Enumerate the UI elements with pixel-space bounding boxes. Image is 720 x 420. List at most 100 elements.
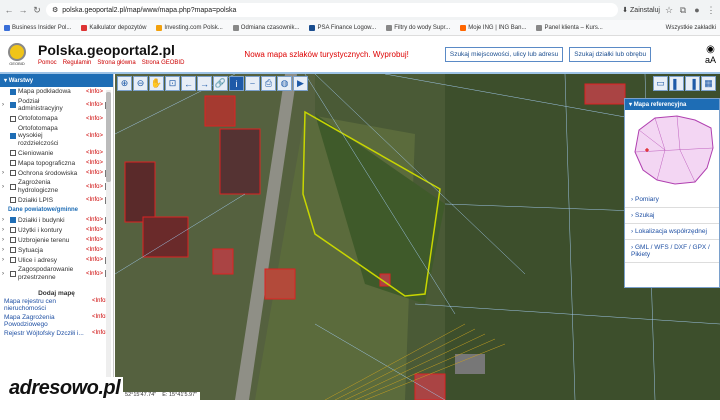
layer-checkbox[interactable]: [10, 133, 16, 140]
expand-chevron-icon[interactable]: ›: [2, 217, 8, 223]
all-bookmarks-link[interactable]: Wszystkie zakładki: [666, 25, 716, 31]
layer-info-link[interactable]: <Info>: [86, 271, 103, 277]
font-size-icon[interactable]: aA: [705, 55, 716, 65]
extra-map-link[interactable]: Mapa Zagrożenia Powodziowego <Info>: [0, 313, 113, 329]
zoom-box-icon[interactable]: ⊡: [165, 76, 180, 91]
layer-checkbox[interactable]: [10, 115, 16, 122]
expand-chevron-icon[interactable]: ›: [2, 227, 8, 233]
layer-row[interactable]: Ortofotomapa <Info>: [0, 114, 113, 124]
expand-chevron-icon[interactable]: ›: [2, 271, 8, 277]
extra-map-link[interactable]: Rejestr Wójtofsky Dzcziłi i... <Info>: [0, 329, 113, 338]
layer-checkbox[interactable]: [10, 89, 16, 95]
layout-full-icon[interactable]: ▭: [653, 76, 668, 91]
layer-info-link[interactable]: <Info>: [86, 116, 103, 122]
layer-checkbox[interactable]: [10, 237, 16, 244]
site-info-icon[interactable]: ⚙: [52, 6, 58, 14]
layers-header[interactable]: ▾ Warstwy: [0, 74, 113, 87]
layer-checkbox[interactable]: [10, 227, 16, 234]
expand-chevron-icon[interactable]: ›: [2, 184, 8, 190]
address-bar[interactable]: ⚙ polska.geoportal2.pl/map/www/mapa.php?…: [46, 3, 619, 17]
layer-info-link[interactable]: <Info>: [86, 102, 103, 108]
layer-checkbox[interactable]: [10, 183, 16, 190]
search-parcel-button[interactable]: Szukaj działki lub obrębu: [569, 46, 652, 62]
bookmark-item[interactable]: Investing.com Polsk...: [156, 24, 223, 31]
layout-right-icon[interactable]: ▐: [685, 76, 700, 91]
back-arrow-icon[interactable]: ←: [181, 76, 196, 91]
expand-chevron-icon[interactable]: ›: [2, 237, 8, 243]
layer-info-link[interactable]: <Info>: [86, 237, 103, 243]
accessibility-controls[interactable]: ◉ aA: [705, 44, 716, 65]
layer-info-link[interactable]: <Info>: [86, 257, 103, 263]
map-canvas[interactable]: ⊕ ⊖ ✋ ⊡ ← → 🔗 i ⎯ ⎙ ◍ ▶ ▭ ▌ ▐ ▦ ▾ Mapa r…: [115, 74, 720, 400]
back-icon[interactable]: ←: [4, 5, 14, 15]
site-link[interactable]: Strona główna: [97, 60, 135, 66]
layer-row[interactable]: Mapa topograficzna <Info>: [0, 158, 113, 168]
layer-row[interactable]: Ortofotomapa wysokiej rozdzielczości <Inf…: [0, 124, 113, 148]
bookmark-item[interactable]: Panel klienta – Kurs...: [536, 24, 603, 31]
globe-icon[interactable]: ◍: [277, 76, 292, 91]
print-icon[interactable]: ⎙: [261, 76, 276, 91]
search-address-button[interactable]: Szukaj miejscowości, ulicy lub adresu: [444, 46, 564, 62]
layer-info-link[interactable]: <Info>: [86, 184, 103, 190]
layer-info-link[interactable]: <Info>: [86, 133, 103, 139]
bookmark-star-icon[interactable]: ☆: [664, 5, 674, 16]
forward-arrow-icon[interactable]: →: [197, 76, 212, 91]
site-link[interactable]: Pomoc: [38, 60, 57, 66]
layer-row[interactable]: › Podział administracyjny <Info>: [0, 97, 113, 114]
layer-info-link[interactable]: <Info>: [86, 150, 103, 156]
sidebar-scrollbar[interactable]: [106, 90, 111, 380]
measure-icon[interactable]: ⎯: [245, 76, 260, 91]
layout-split-icon[interactable]: ▦: [701, 76, 716, 91]
layer-info-link[interactable]: <Info>: [86, 247, 103, 253]
reference-panel-item[interactable]: › GML / WFS / DXF / GPX / Pikiety: [625, 240, 719, 263]
layer-row[interactable]: › Zagospodarowanie przestrzenne <Info>: [0, 265, 113, 282]
pan-hand-icon[interactable]: ✋: [149, 76, 164, 91]
site-link[interactable]: Strona GEOBID: [142, 60, 185, 66]
layer-checkbox[interactable]: [10, 197, 16, 204]
info-icon[interactable]: i: [229, 76, 244, 91]
bookmark-item[interactable]: Moje ING | ING Ban...: [460, 24, 526, 31]
layer-row[interactable]: Cieniowanie <Info>: [0, 148, 113, 158]
layer-checkbox[interactable]: [10, 247, 16, 254]
geobid-logo[interactable]: GEOBID: [4, 39, 30, 69]
zoom-in-icon[interactable]: ⊕: [117, 76, 132, 91]
reference-panel-item[interactable]: › Lokalizacja współrzędnej: [625, 224, 719, 240]
layer-row[interactable]: Działki LPIS <Info>: [0, 195, 113, 205]
layer-info-link[interactable]: <Info>: [86, 89, 103, 95]
layer-info-link[interactable]: <Info>: [86, 227, 103, 233]
layer-info-link[interactable]: <Info>: [86, 197, 103, 203]
install-button[interactable]: ⬇ Zainstaluj: [622, 6, 660, 15]
layer-checkbox[interactable]: [10, 257, 16, 264]
layer-checkbox[interactable]: [10, 150, 16, 157]
bookmark-item[interactable]: Odmiana czasownik...: [232, 24, 299, 31]
layout-left-icon[interactable]: ▌: [669, 76, 684, 91]
bookmark-item[interactable]: Filtry do wody Supr...: [386, 24, 450, 31]
layer-checkbox[interactable]: [10, 170, 16, 177]
extensions-icon[interactable]: ⧉: [678, 5, 688, 16]
link-icon[interactable]: 🔗: [213, 76, 228, 91]
layer-row[interactable]: › Działki i budynki <Info>: [0, 215, 113, 225]
bookmark-item[interactable]: PSA Finance Logow...: [309, 24, 376, 31]
reference-map-header[interactable]: ▾ Mapa referencyjna: [625, 99, 719, 110]
menu-icon[interactable]: ⋮: [706, 5, 716, 16]
reload-icon[interactable]: ↻: [32, 5, 42, 16]
layer-row[interactable]: Mapa podkładowa <Info>: [0, 87, 113, 97]
layer-checkbox[interactable]: [10, 160, 16, 167]
forward-icon[interactable]: →: [18, 5, 28, 15]
layer-checkbox[interactable]: [10, 270, 16, 277]
profile-avatar[interactable]: ●: [692, 5, 702, 15]
expand-chevron-icon[interactable]: ›: [2, 257, 8, 263]
poland-outline-map[interactable]: [625, 110, 719, 190]
layer-checkbox[interactable]: [10, 217, 16, 224]
reference-panel-item[interactable]: › Szukaj: [625, 208, 719, 224]
layer-info-link[interactable]: <Info>: [86, 217, 103, 223]
promo-link[interactable]: Nowa mapa szlaków turystycznych. Wyprobu…: [244, 50, 408, 59]
expand-chevron-icon[interactable]: ›: [2, 247, 8, 253]
layer-row[interactable]: › Sytuacja <Info>: [0, 245, 113, 255]
layer-row[interactable]: › Zagrożenia hydrologiczne <Info>: [0, 178, 113, 195]
site-link[interactable]: Regulamin: [63, 60, 92, 66]
zoom-out-icon[interactable]: ⊖: [133, 76, 148, 91]
bookmark-item[interactable]: Kalkulator depozytów: [81, 24, 146, 31]
layer-row[interactable]: › Użytki i kontury <Info>: [0, 225, 113, 235]
layer-row[interactable]: › Ochrona środowiska <Info>: [0, 168, 113, 178]
